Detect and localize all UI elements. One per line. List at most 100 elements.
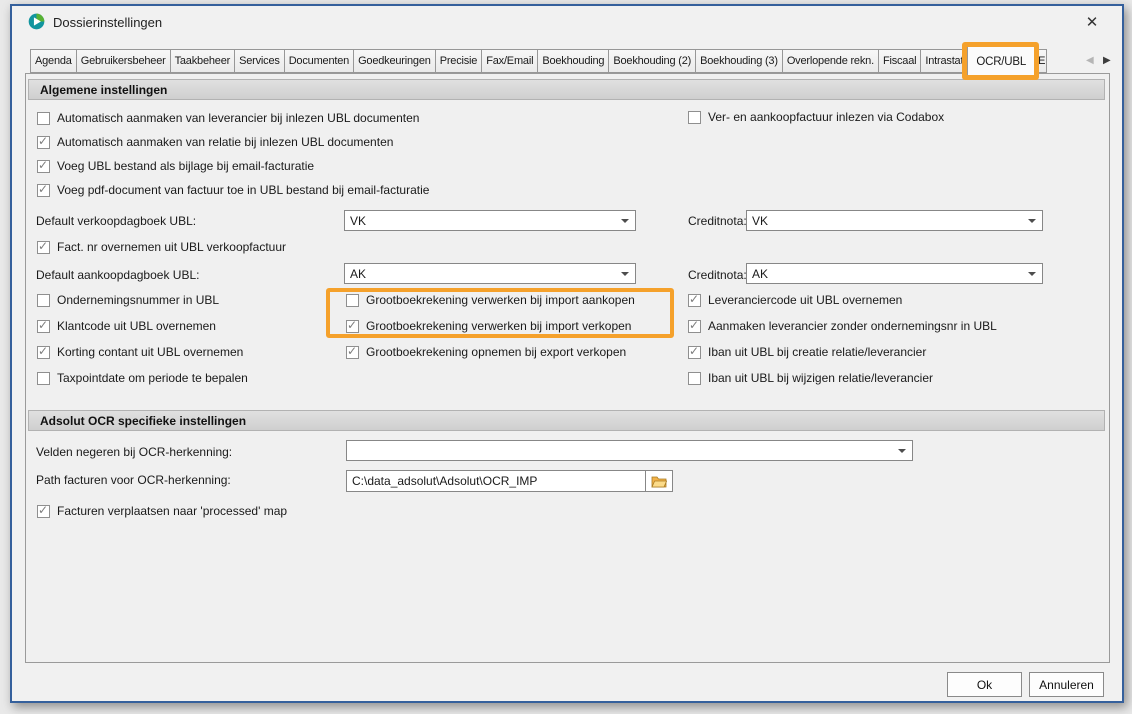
checkbox-row: ✓ Voeg pdf-document van factuur toe in U…	[37, 183, 429, 198]
checkbox-row: ✓ Taxpointdate om periode te bepalen	[37, 371, 248, 386]
checkbox-ubl-bijlage[interactable]: ✓	[37, 160, 50, 173]
checkbox-processed-map[interactable]: ✓	[37, 505, 50, 518]
tab-fax-email[interactable]: Fax/Email	[481, 49, 538, 73]
checkbox-row: ✓ Fact. nr overnemen uit UBL verkoopfact…	[37, 240, 286, 255]
combo-creditnota-verkoop[interactable]: VK	[746, 210, 1043, 231]
combo-aankoopdagboek[interactable]: AK	[344, 263, 636, 284]
check-icon: ✓	[689, 344, 699, 358]
tab-taakbeheer[interactable]: Taakbeheer	[170, 49, 236, 73]
tab-ocr-ubl-label: OCR/UBL	[976, 56, 1026, 68]
checkbox-row: ✓ Ondernemingsnummer in UBL	[37, 293, 219, 308]
combo-value: AK	[350, 267, 366, 281]
checkbox-label: Automatisch aanmaken van relatie bij inl…	[57, 135, 393, 150]
field-value: C:\data_adsolut\Adsolut\OCR_IMP	[352, 474, 537, 488]
label-velden-negeren: Velden negeren bij OCR-herkenning:	[36, 445, 232, 459]
section-title: Adsolut OCR specifieke instellingen	[40, 414, 246, 428]
checkbox-label: Aanmaken leverancier zonder ondernemings…	[708, 319, 997, 334]
tab-partial[interactable]: E	[1034, 49, 1047, 73]
checkbox-factnr[interactable]: ✓	[37, 241, 50, 254]
checkbox-aanmaken-leverancier[interactable]: ✓	[688, 320, 701, 333]
tab-services[interactable]: Services	[234, 49, 285, 73]
checkbox-label: Fact. nr overnemen uit UBL verkoopfactuu…	[57, 240, 286, 255]
tab-strip: Agenda Gebruikersbeheer Taakbeheer Servi…	[30, 49, 1046, 73]
checkbox-label: Ver- en aankoopfactuur inlezen via Codab…	[708, 110, 944, 125]
cancel-button[interactable]: Annuleren	[1029, 672, 1104, 697]
checkbox-row: ✓ Automatisch aanmaken van relatie bij i…	[37, 135, 393, 150]
checkbox-codabox[interactable]: ✓	[688, 111, 701, 124]
tab-documenten[interactable]: Documenten	[284, 49, 354, 73]
checkbox-label: Taxpointdate om periode te bepalen	[57, 371, 248, 386]
tab-scroll-right-icon[interactable]: ▶	[1103, 55, 1111, 66]
dropdown-arrow-icon	[621, 219, 629, 223]
tab-boekhouding[interactable]: Boekhouding	[537, 49, 609, 73]
tab-overlopende-rekn[interactable]: Overlopende rekn.	[782, 49, 879, 73]
checkbox-iban-creatie[interactable]: ✓	[688, 346, 701, 359]
checkbox-leveranciercode[interactable]: ✓	[688, 294, 701, 307]
check-icon: ✓	[38, 134, 48, 148]
combo-verkoopdagboek[interactable]: VK	[344, 210, 636, 231]
open-folder-icon	[651, 475, 667, 488]
checkbox-label: Grootboekrekening verwerken bij import a…	[366, 293, 635, 308]
tab-intrastat[interactable]: Intrastat	[920, 49, 968, 73]
check-icon: ✓	[38, 182, 48, 196]
close-icon[interactable]: ✕	[1080, 11, 1104, 33]
combo-value: VK	[752, 214, 768, 228]
combo-value: AK	[752, 267, 768, 281]
screen: Dossierinstellingen ✕ Agenda Gebruikersb…	[0, 0, 1132, 714]
checkbox-gb-import-aankopen[interactable]: ✓	[346, 294, 359, 307]
combo-velden-negeren[interactable]	[346, 440, 913, 461]
checkbox-gb-export-verkopen[interactable]: ✓	[346, 346, 359, 359]
checkbox-pdf-in-ubl[interactable]: ✓	[37, 184, 50, 197]
tab-fiscaal[interactable]: Fiscaal	[878, 49, 921, 73]
checkbox-label: Facturen verplaatsen naar 'processed' ma…	[57, 504, 287, 519]
checkbox-label: Grootboekrekening opnemen bij export ver…	[366, 345, 626, 360]
check-icon: ✓	[38, 503, 48, 517]
settings-panel: Algemene instellingen ✓ Automatisch aanm…	[25, 73, 1110, 663]
check-icon: ✓	[689, 292, 699, 306]
app-logo-icon	[28, 13, 45, 30]
tab-boekhouding-2[interactable]: Boekhouding (2)	[608, 49, 696, 73]
checkbox-auto-relatie[interactable]: ✓	[37, 136, 50, 149]
combo-creditnota-aankoop[interactable]: AK	[746, 263, 1043, 284]
checkbox-row: ✓ Grootboekrekening verwerken bij import…	[346, 293, 635, 308]
checkbox-row: ✓ Leveranciercode uit UBL overnemen	[688, 293, 902, 308]
checkbox-row: ✓ Ver- en aankoopfactuur inlezen via Cod…	[688, 110, 944, 125]
window-title: Dossierinstellingen	[53, 15, 162, 30]
label-aankoopdagboek: Default aankoopdagboek UBL:	[36, 268, 199, 282]
checkbox-row: ✓ Korting contant uit UBL overnemen	[37, 345, 243, 360]
label-verkoopdagboek: Default verkoopdagboek UBL:	[36, 214, 196, 228]
dropdown-arrow-icon	[898, 449, 906, 453]
section-header-ocr: Adsolut OCR specifieke instellingen	[28, 410, 1105, 431]
checkbox-label: Voeg UBL bestand als bijlage bij email-f…	[57, 159, 314, 174]
combo-value: VK	[350, 214, 366, 228]
checkbox-label: Grootboekrekening verwerken bij import v…	[366, 319, 631, 334]
check-icon: ✓	[38, 239, 48, 253]
checkbox-label: Iban uit UBL bij creatie relatie/leveran…	[708, 345, 926, 360]
tab-gebruikersbeheer[interactable]: Gebruikersbeheer	[76, 49, 171, 73]
checkbox-ondernemingsnummer[interactable]: ✓	[37, 294, 50, 307]
tab-precisie[interactable]: Precisie	[435, 49, 483, 73]
checkbox-iban-wijzigen[interactable]: ✓	[688, 372, 701, 385]
tab-agenda[interactable]: Agenda	[30, 49, 77, 73]
checkbox-klantcode[interactable]: ✓	[37, 320, 50, 333]
dropdown-arrow-icon	[1028, 272, 1036, 276]
checkbox-label: Ondernemingsnummer in UBL	[57, 293, 219, 308]
browse-folder-button[interactable]	[645, 470, 673, 492]
tab-boekhouding-3[interactable]: Boekhouding (3)	[695, 49, 783, 73]
check-icon: ✓	[38, 344, 48, 358]
checkbox-korting[interactable]: ✓	[37, 346, 50, 359]
ok-button[interactable]: Ok	[947, 672, 1022, 697]
checkbox-auto-leverancier[interactable]: ✓	[37, 112, 50, 125]
label-creditnota-verkoop: Creditnota:	[688, 214, 747, 228]
checkbox-row: ✓ Iban uit UBL bij creatie relatie/lever…	[688, 345, 926, 360]
tab-ocr-ubl[interactable]: OCR/UBL	[967, 45, 1035, 77]
check-icon: ✓	[38, 158, 48, 172]
checkbox-gb-import-verkopen[interactable]: ✓	[346, 320, 359, 333]
section-title: Algemene instellingen	[40, 83, 167, 97]
checkbox-row: ✓ Automatisch aanmaken van leverancier b…	[37, 111, 419, 126]
input-path-facturen[interactable]: C:\data_adsolut\Adsolut\OCR_IMP	[346, 470, 646, 492]
tab-scroll-left-icon[interactable]: ◀	[1086, 55, 1094, 66]
tab-goedkeuringen[interactable]: Goedkeuringen	[353, 49, 436, 73]
checkbox-taxpointdate[interactable]: ✓	[37, 372, 50, 385]
checkbox-label: Voeg pdf-document van factuur toe in UBL…	[57, 183, 429, 198]
